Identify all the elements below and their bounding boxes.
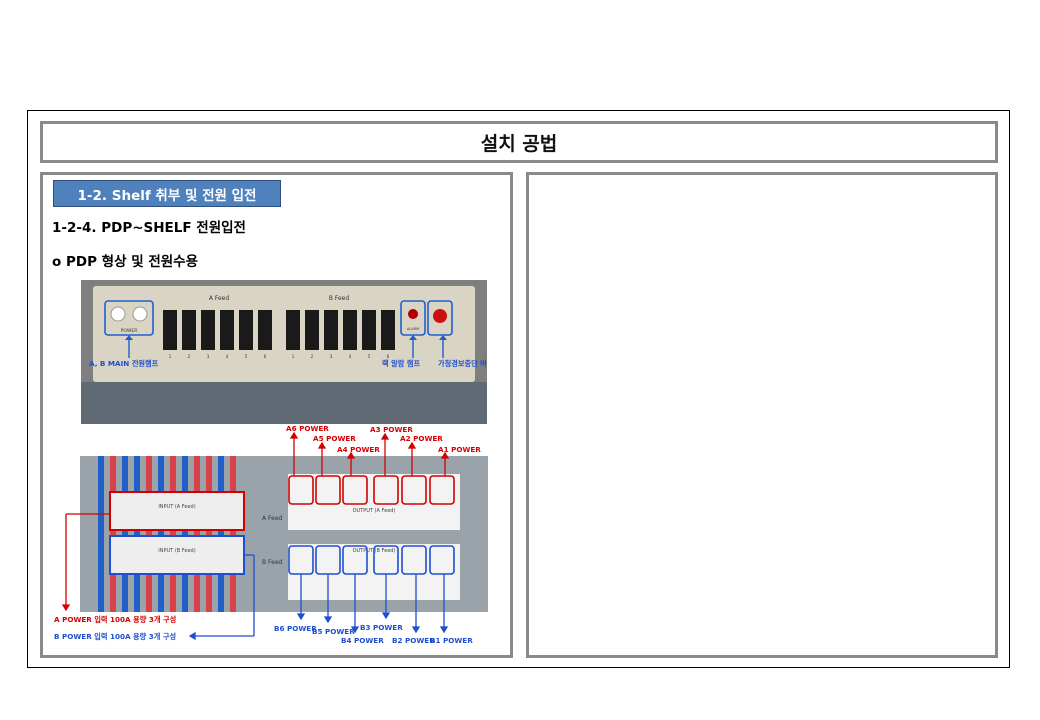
lamp-b-icon	[132, 306, 148, 322]
slide-title: 설치 공법	[40, 121, 998, 163]
right-panel	[526, 172, 998, 658]
alarm-lamp-label: 랙 알람 램프	[382, 359, 420, 368]
input-a-text: INPUT (A Feed)	[158, 504, 195, 510]
b-breaker-number: 5	[368, 354, 371, 359]
b-breaker-number: 1	[292, 354, 295, 359]
b5-power-label: B5 POWER	[312, 627, 355, 636]
a-power-input-label: A POWER 입력 100A 용량 3개 구성	[54, 615, 176, 624]
a-feed-label: A Feed	[209, 295, 230, 302]
b6-power-label: B6 POWER	[274, 624, 317, 633]
bullet-item: o PDP 형상 및 전원수용	[52, 254, 199, 270]
a6-power-label: A6 POWER	[286, 424, 329, 433]
alarm-stop-button-icon	[433, 309, 447, 323]
a3-power-label: A3 POWER	[370, 425, 413, 434]
pdp-front-photo: POWER A Feed B Feed ALARM A, B MAIN 전원램프…	[81, 280, 487, 424]
b-power-labels: B6 POWER B5 POWER B4 POWER B3 POWER B2 P…	[274, 623, 473, 645]
a-feed-side-label: A Feed	[262, 515, 283, 522]
b-breaker-number: 6	[387, 354, 390, 359]
input-b-block	[109, 535, 245, 575]
b-breaker-number: 4	[349, 354, 352, 359]
b2-power-label: B2 POWER	[392, 636, 435, 645]
input-a-block	[109, 491, 245, 531]
a-breaker-number: 5	[245, 354, 248, 359]
alarm-button-label: 가청경보중단 버튼	[438, 359, 487, 368]
subheading: 1-2-4. PDP~SHELF 전원입전	[52, 220, 246, 236]
output-a-text: OUTPUT (A Feed)	[353, 508, 396, 514]
a-breaker-number: 6	[264, 354, 267, 359]
main-lamp-label: A, B MAIN 전원램프	[89, 359, 159, 368]
input-b-text: INPUT (B Feed)	[158, 548, 195, 554]
b-feed-label: B Feed	[329, 295, 350, 302]
a-breaker-number: 3	[207, 354, 210, 359]
section-badge: 1-2. Shelf 취부 및 전원 입전	[53, 180, 281, 207]
alarm-text: ALARM	[407, 327, 419, 331]
b-feed-side-label: B Feed	[262, 559, 283, 566]
b4-power-label: B4 POWER	[341, 636, 384, 645]
power-text: POWER	[121, 328, 138, 334]
b-breaker-number: 2	[311, 354, 314, 359]
b-breaker-number: 3	[330, 354, 333, 359]
a2-power-label: A2 POWER	[400, 434, 443, 443]
b-power-input-label: B POWER 입력 100A 용량 3개 구성	[54, 632, 176, 641]
rack-interior	[81, 382, 487, 424]
b1-power-label: B1 POWER	[430, 636, 473, 645]
alarm-lamp-icon	[408, 309, 418, 319]
a5-power-label: A5 POWER	[313, 434, 356, 443]
pdp-wiring-photo: A6 POWER A5 POWER A4 POWER A3 POWER A2 P…	[54, 424, 488, 645]
a-breaker-number: 1	[169, 354, 172, 359]
a-breaker-number: 4	[226, 354, 229, 359]
a4-power-label: A4 POWER	[337, 445, 380, 454]
lamp-a-icon	[110, 306, 126, 322]
b3-power-label: B3 POWER	[360, 623, 403, 632]
a-breaker-number: 2	[188, 354, 191, 359]
